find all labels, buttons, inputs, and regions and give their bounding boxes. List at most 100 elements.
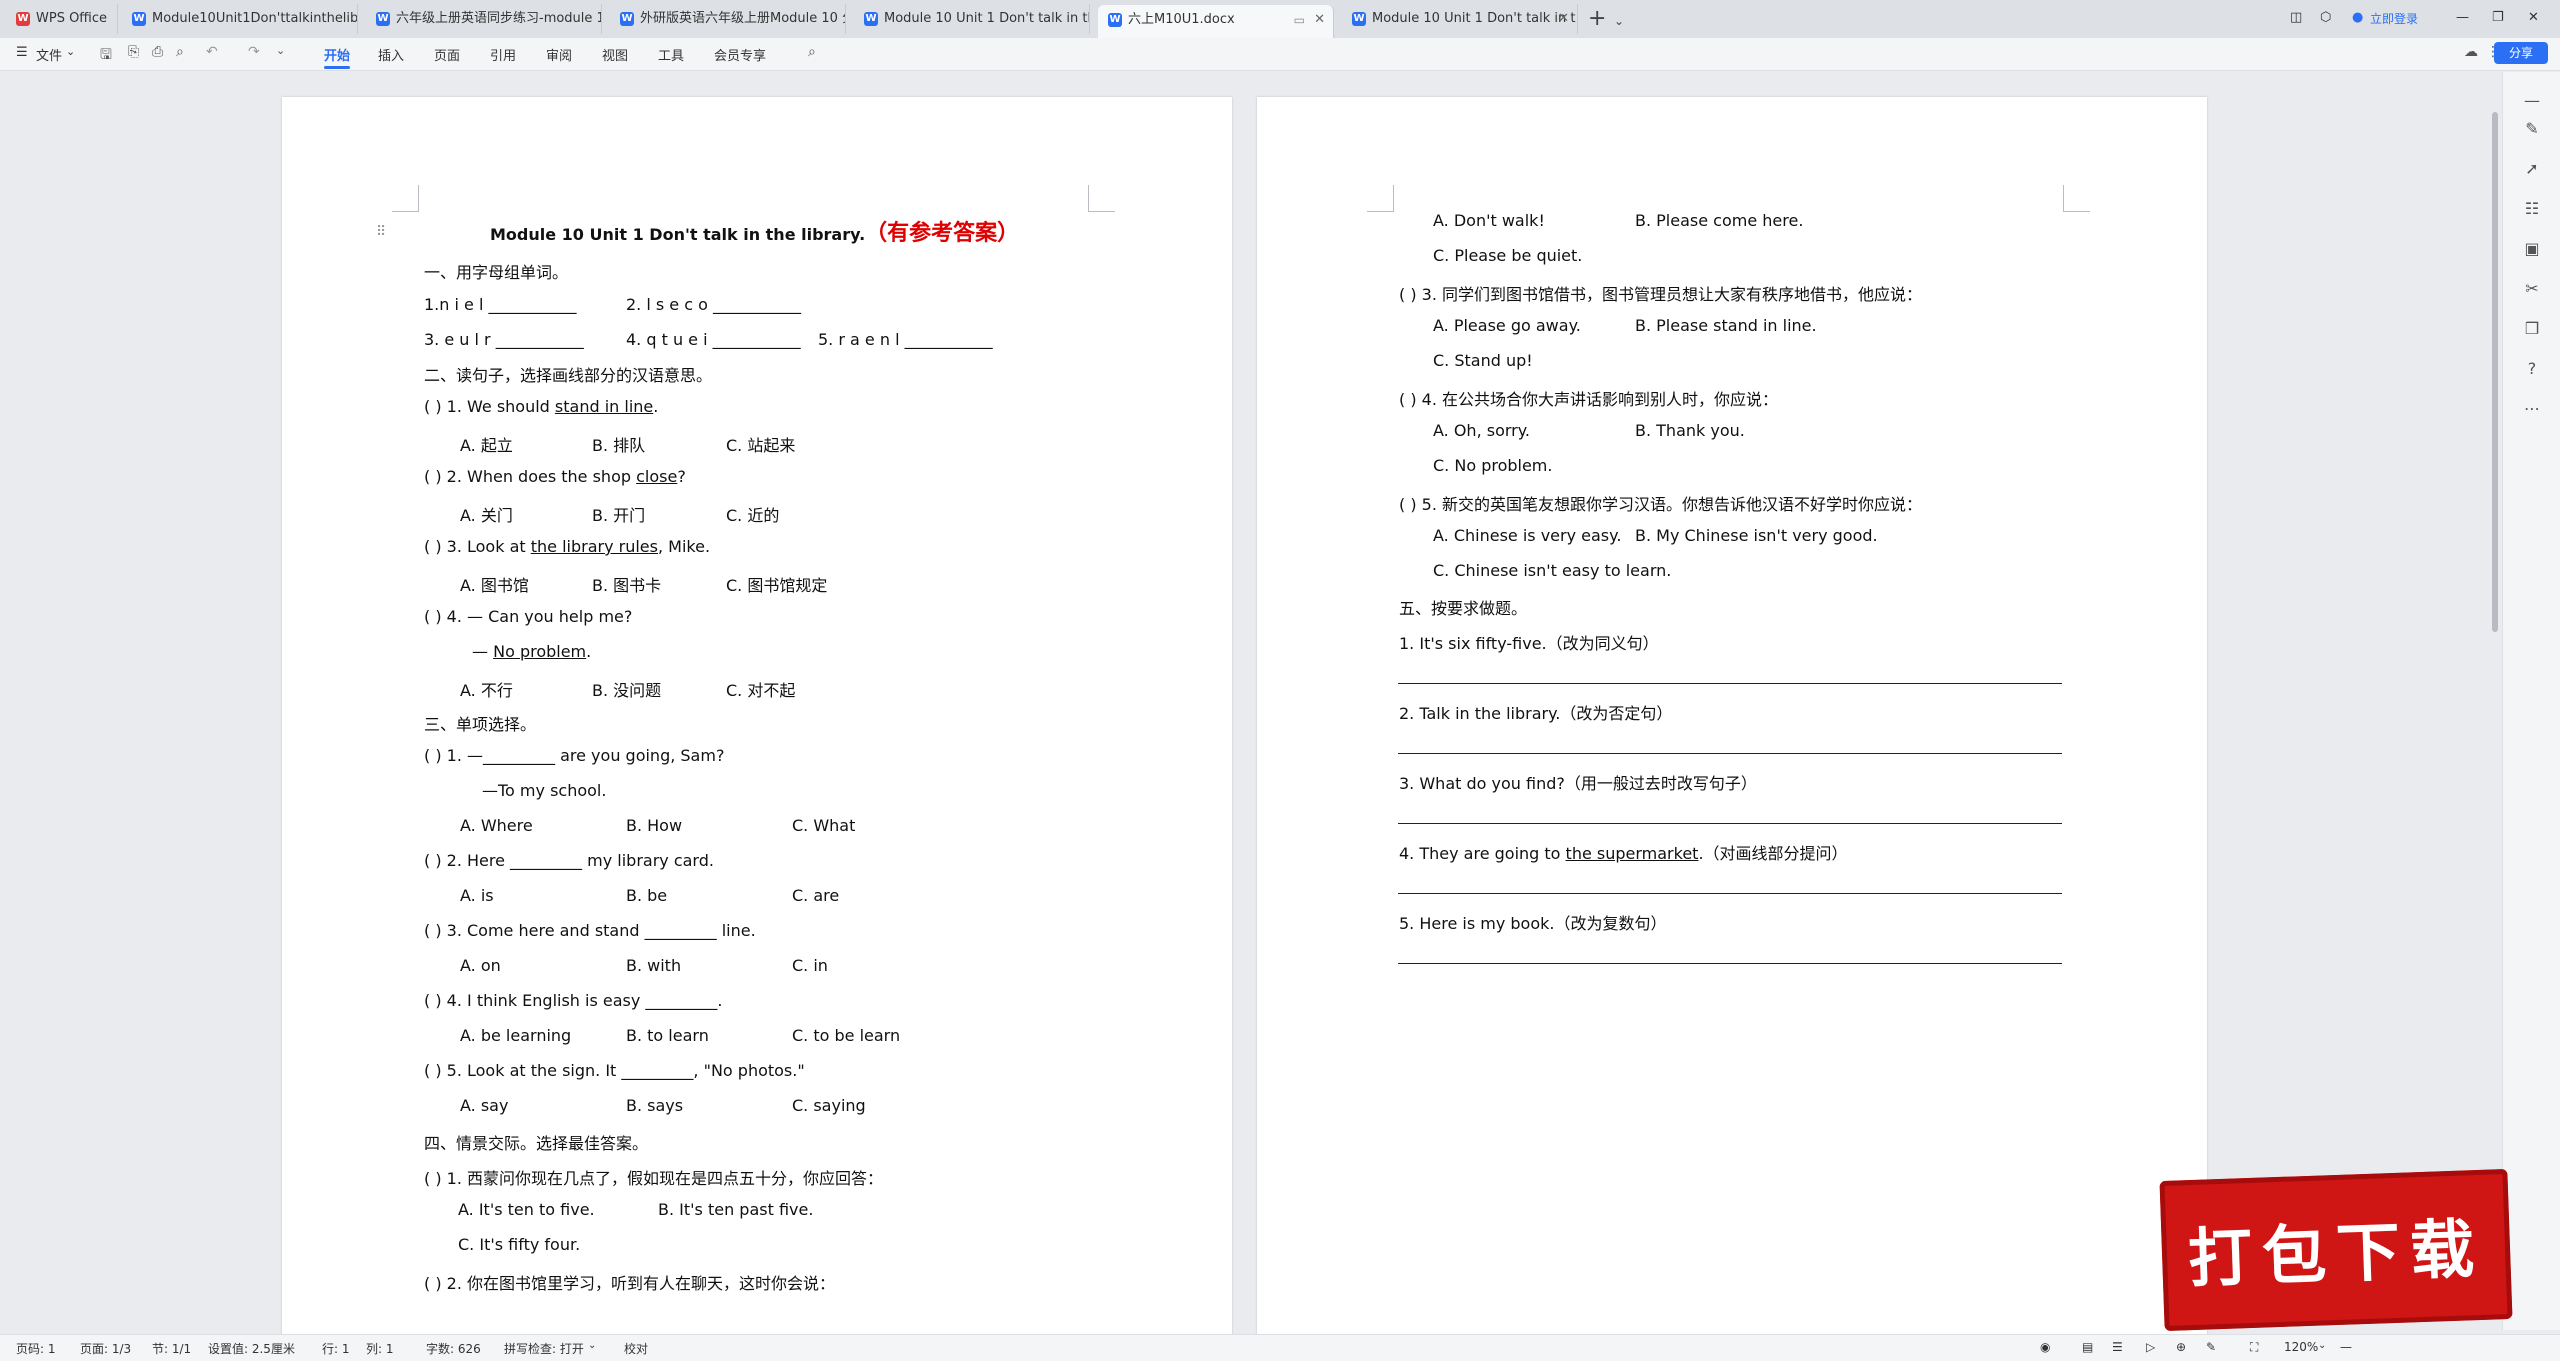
close-window-icon[interactable]: ✕ (2528, 10, 2539, 25)
answer-line[interactable] (1398, 823, 2062, 824)
answer-line[interactable] (1398, 963, 2062, 964)
tab-label: Module 10 Unit 1 Don't talk in the (884, 11, 1090, 26)
status-page-number[interactable]: 页码: 1 (16, 1340, 56, 1357)
book-icon[interactable]: ❒ (2523, 320, 2541, 338)
option: B. It's ten past five. (658, 1200, 814, 1219)
option: B. Please come here. (1635, 211, 1804, 230)
question-text: 4. They are going to (1399, 844, 1566, 863)
title-text: Module 10 Unit 1 Don't talk in the libra… (490, 225, 866, 244)
answer-line[interactable] (1398, 683, 2062, 684)
chevron-down-icon[interactable]: ⌄ (276, 44, 285, 57)
sliders-icon[interactable]: ☷ (2523, 200, 2541, 218)
print-preview-icon[interactable]: ⌕ (176, 44, 184, 60)
status-proofread[interactable]: 校对 (624, 1340, 648, 1357)
tab-document[interactable]: W Module 10 Unit 1 Don't talk in the (854, 4, 1090, 34)
chevron-down-icon[interactable]: ⌄ (66, 45, 75, 58)
menu-tab-view[interactable]: 视图 (602, 45, 628, 64)
scrollbar-thumb[interactable] (2492, 112, 2498, 632)
vertical-scrollbar[interactable] (2489, 72, 2501, 1330)
zoom-level[interactable]: 120% (2284, 1340, 2318, 1354)
cloud-icon[interactable]: ☁ (2464, 44, 2478, 60)
option: A. Don't walk! (1433, 211, 1545, 230)
tab-label: WPS Office (36, 11, 108, 26)
option: C. are (792, 886, 840, 905)
print-icon[interactable]: ⎙ (152, 44, 163, 60)
minimize-icon[interactable]: — (2456, 10, 2469, 25)
outline-view-icon[interactable]: ☰ (2112, 1340, 2123, 1354)
more-icon[interactable]: ⋯ (2523, 400, 2541, 418)
option: C. Stand up! (1433, 351, 1533, 370)
menu-tab-tools[interactable]: 工具 (658, 45, 684, 64)
menu-tab-references[interactable]: 引用 (490, 45, 516, 64)
page-view-icon[interactable]: ▤ (2082, 1340, 2093, 1354)
cursor-icon[interactable]: ➚ (2523, 160, 2541, 178)
section-heading: 四、情景交际。选择最佳答案。 (424, 1134, 649, 1153)
document-page-1[interactable]: ⠿ Module 10 Unit 1 Don't talk in the lib… (282, 97, 1232, 1337)
undo-icon[interactable]: ↶ (206, 44, 218, 60)
status-word-count[interactable]: 字数: 626 (426, 1340, 481, 1357)
status-setting[interactable]: 设置值: 2.5厘米 (208, 1340, 295, 1357)
menu-tab-insert[interactable]: 插入 (378, 45, 404, 64)
underlined-phrase: close (636, 467, 678, 486)
drag-handle-icon[interactable]: ⠿ (376, 224, 386, 240)
document-page-2[interactable]: A. Don't walk! B. Please come here. C. P… (1257, 97, 2207, 1337)
tab-document[interactable]: W 外研版英语六年级上册Module 10 分 (610, 4, 846, 34)
eye-icon[interactable]: ◉ (2040, 1340, 2050, 1354)
login-link[interactable]: 立即登录 (2370, 10, 2418, 27)
web-view-icon[interactable]: ⊕ (2176, 1340, 2186, 1354)
pen-icon[interactable]: ✎ (2206, 1340, 2216, 1354)
chevron-down-icon[interactable]: ⌄ (588, 1340, 596, 1351)
tools-icon[interactable]: ✂ (2523, 280, 2541, 298)
underlined-phrase: No problem (493, 642, 587, 661)
close-tab-icon[interactable]: ✕ (1558, 4, 1569, 34)
section-heading: 五、按要求做题。 (1399, 599, 1528, 618)
menu-file[interactable]: 文件 (36, 45, 62, 64)
option: B. to learn (626, 1026, 709, 1045)
tab-document-active[interactable]: W 六上M10U1.docx ▭ ✕ (1098, 5, 1334, 38)
status-row[interactable]: 行: 1 (322, 1340, 350, 1357)
minus-icon[interactable]: — (2523, 92, 2541, 110)
answer-line[interactable] (1398, 893, 2062, 894)
wps-logo-icon: W (16, 12, 30, 26)
tab-wps-office[interactable]: W WPS Office (6, 4, 118, 34)
save-icon[interactable]: 🖫 (100, 44, 112, 68)
status-spell-check[interactable]: 拼写检查: 打开 (504, 1340, 584, 1357)
menu-tab-home[interactable]: 开始 (324, 45, 350, 64)
tab-document[interactable]: W Module 10 Unit 1 Don't talk in t ✕ (1342, 4, 1578, 34)
badge-text: 打包下载 (2186, 1211, 2486, 1298)
menu-icon[interactable]: ☰ (16, 45, 28, 60)
zoom-out-icon[interactable]: — (2340, 1340, 2352, 1354)
image-icon[interactable]: ▣ (2523, 240, 2541, 258)
fit-page-icon[interactable]: ⛶ (2250, 1340, 2258, 1355)
layout-icon[interactable]: ◫ (2290, 10, 2302, 25)
help-icon[interactable]: ? (2523, 360, 2541, 378)
menu-tab-review[interactable]: 审阅 (546, 45, 572, 64)
status-section[interactable]: 节: 1/1 (152, 1340, 191, 1357)
tab-document[interactable]: W Module10Unit1Don'ttalkinthelibrar (122, 4, 358, 34)
restore-icon[interactable]: ❐ (2492, 10, 2504, 25)
search-icon[interactable]: ⌕ (808, 44, 816, 60)
share-button[interactable]: 分享 (2494, 42, 2548, 64)
chevron-down-icon[interactable]: ⌄ (2318, 1340, 2326, 1351)
word-doc-icon: W (1352, 12, 1366, 26)
status-bar: 页码: 1 页面: 1/3 节: 1/1 设置值: 2.5厘米 行: 1 列: … (0, 1334, 2560, 1361)
chevron-down-icon[interactable]: ⌄ (1614, 6, 1624, 36)
menu-tab-membership[interactable]: 会员专享 (714, 45, 766, 64)
status-page-count[interactable]: 页面: 1/3 (80, 1340, 131, 1357)
download-package-badge[interactable]: 打包下载 (2159, 1168, 2513, 1332)
menu-tab-page[interactable]: 页面 (434, 45, 460, 64)
new-tab-icon[interactable]: + (1588, 4, 1606, 34)
question: 1.n i e l ___________ (424, 295, 577, 314)
cube-icon[interactable]: ⬡ (2320, 10, 2331, 25)
export-icon[interactable]: ⎘ (128, 44, 139, 60)
user-icon[interactable]: ● (2352, 10, 2363, 25)
status-column[interactable]: 列: 1 (366, 1340, 394, 1357)
close-tab-icon[interactable]: ✕ (1314, 5, 1325, 35)
play-icon[interactable]: ▷ (2146, 1340, 2155, 1354)
monitor-icon[interactable]: ▭ (1294, 5, 1305, 35)
pen-icon[interactable]: ✎ (2523, 120, 2541, 138)
option: C. 站起来 (726, 436, 796, 455)
answer-line[interactable] (1398, 753, 2062, 754)
redo-icon[interactable]: ↷ (248, 44, 260, 60)
tab-document[interactable]: W 六年级上册英语同步练习-module 10 (366, 4, 602, 34)
